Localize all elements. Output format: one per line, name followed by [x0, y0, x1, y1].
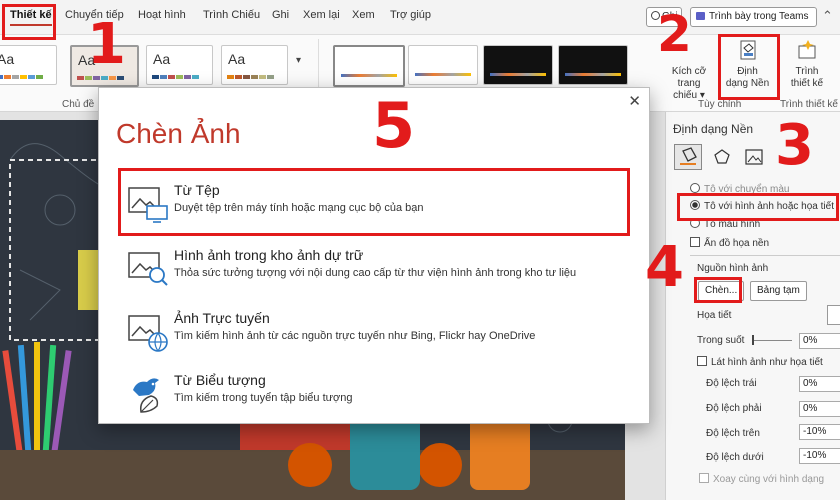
transparency-slider-thumb[interactable] [752, 335, 754, 345]
slide-size-label-2: chiếu [673, 90, 698, 101]
theme-sample: Aa [153, 51, 171, 67]
picture-source-label: Nguồn hình ảnh [697, 263, 769, 274]
tab-animations[interactable]: Hoạt hình [138, 9, 186, 21]
offset-top-label: Độ lệch trên [706, 428, 760, 439]
offset-left-label: Độ lệch trái [706, 378, 757, 389]
offset-bottom-label: Độ lệch dưới [706, 452, 764, 463]
transparency-label: Trong suốt [697, 335, 745, 346]
online-globe-icon [128, 315, 168, 352]
option-from-icons[interactable]: Từ Biểu tượng Tìm kiếm trong tuyển tập b… [124, 368, 629, 420]
clipboard-label: Bảng tạm [757, 285, 800, 296]
option-title: Từ Biểu tượng [174, 372, 266, 388]
variant-thumb-3[interactable] [483, 45, 553, 85]
variant-thumb-2[interactable] [408, 45, 478, 85]
tile-label: Lát hình ảnh như họa tiết [711, 357, 823, 368]
theme-thumb-1[interactable]: Aa [0, 45, 57, 85]
tab-slideshow[interactable]: Trình Chiếu [203, 9, 260, 21]
themes-more-icon[interactable]: ▾ [296, 55, 301, 66]
step-number-4: 4 [645, 235, 684, 300]
teams-icon [696, 12, 705, 20]
tab-view[interactable]: Xem [352, 9, 375, 21]
annotation-box-insert-button [694, 277, 742, 303]
offset-right-label: Độ lệch phải [706, 403, 762, 414]
hide-background-graphics-checkbox[interactable]: Ẩn đồ họa nền [690, 237, 769, 249]
theme-thumb-4[interactable]: Aa [221, 45, 288, 85]
themes-group-label: Chủ đề [62, 99, 95, 110]
step-number-3: 3 [775, 113, 814, 178]
offset-bottom-input[interactable]: -10% [799, 448, 840, 464]
customize-group-label: Tùy chỉnh [698, 99, 742, 110]
dialog-title: Chèn Ảnh [116, 118, 241, 149]
tab-review[interactable]: Xem lại [303, 9, 340, 21]
option-description: Thỏa sức tưởng tượng với nội dung cao cấ… [174, 267, 577, 279]
transparency-slider[interactable] [752, 335, 792, 345]
pane-divider [690, 255, 840, 256]
step-number-5: 5 [372, 89, 416, 162]
transparency-input[interactable]: 0% [799, 333, 840, 349]
option-description: Tìm kiếm trong tuyển tập biểu tượng [174, 392, 353, 404]
rotate-with-shape-checkbox[interactable]: Xoay cùng với hình dạng [699, 473, 824, 485]
ribbon-options-icon[interactable]: ⌃ [822, 8, 833, 24]
rotate-label: Xoay cùng với hình dạng [713, 474, 825, 485]
step-number-2: 2 [657, 5, 692, 63]
option-stock-images[interactable]: Hình ảnh trong kho ảnh dự trữ Thỏa sức t… [124, 243, 629, 295]
tile-picture-checkbox[interactable]: Lát hình ảnh như họa tiết [697, 356, 823, 368]
step-number-1: 1 [87, 12, 126, 77]
offset-right-input[interactable]: 0% [799, 401, 840, 417]
paint-bucket-icon [680, 147, 697, 165]
designer-label: Trình [795, 66, 819, 77]
picture-tab-icon[interactable] [744, 147, 764, 167]
option-description: Tìm kiếm hình ảnh từ các nguồn trực tuyế… [174, 330, 536, 342]
hide-graphics-label: Ẩn đồ họa nền [704, 238, 770, 249]
clipboard-button[interactable]: Bảng tạm [750, 281, 807, 301]
close-icon[interactable]: ✕ [628, 92, 641, 110]
effects-tab-icon[interactable] [712, 147, 732, 167]
icons-bird-leaf-icon [133, 378, 159, 413]
stock-images-search-icon [128, 252, 168, 286]
designer-label-2: thiết kế [790, 78, 824, 89]
theme-thumb-3[interactable]: Aa [146, 45, 213, 85]
option-title: Hình ảnh trong kho ảnh dự trữ [174, 247, 364, 263]
designer-group-label: Trình thiết kế [780, 99, 838, 110]
annotation-box-from-file [118, 168, 630, 236]
offset-top-input[interactable]: -10% [799, 424, 840, 440]
ribbon-tab-bar: Thiết kế Chuyển tiếp Hoạt hình Trình Chi… [0, 0, 840, 35]
present-in-teams-button[interactable]: Trình bày trong Teams [690, 7, 817, 27]
variant-thumb-1[interactable] [333, 45, 405, 87]
slide-size-label: Kích cỡ trang [671, 66, 707, 89]
designer-button[interactable]: Trình thiết kế [782, 38, 832, 90]
fill-tab[interactable] [674, 144, 702, 170]
slide-size-button[interactable]: Kích cỡ trang chiếu ▾ [660, 66, 718, 102]
option-title: Ảnh Trực tuyến [174, 310, 270, 326]
tab-record[interactable]: Ghi [272, 9, 289, 21]
variant-thumb-4[interactable] [558, 45, 628, 85]
offset-left-input[interactable]: 0% [799, 376, 840, 392]
option-online-pictures[interactable]: Ảnh Trực tuyến Tìm kiếm hình ảnh từ các … [124, 306, 629, 358]
annotation-box-format-background [718, 34, 780, 100]
teams-label: Trình bày trong Teams [709, 11, 809, 22]
annotation-box-design-tab [2, 4, 56, 40]
texture-label: Họa tiết [697, 310, 732, 321]
texture-picker[interactable] [827, 305, 840, 325]
theme-sample: Aa [228, 51, 246, 67]
designer-icon [798, 40, 816, 59]
theme-sample: Aa [0, 51, 15, 67]
pane-title: Định dạng Nền [673, 122, 754, 136]
annotation-box-fill-picture [677, 193, 839, 221]
tab-help[interactable]: Trợ giúp [390, 9, 431, 21]
